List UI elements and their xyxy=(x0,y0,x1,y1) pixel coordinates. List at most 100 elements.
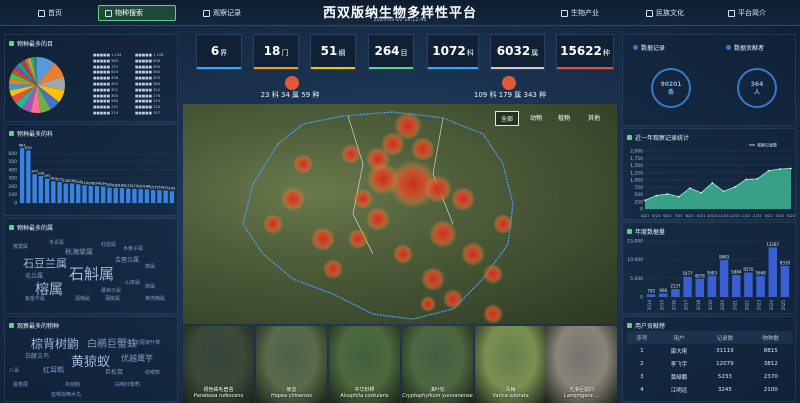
nav-species-label: 物种搜索 xyxy=(115,9,143,17)
x-tick-label: 2024 xyxy=(769,300,774,311)
y-tick-label: 0 xyxy=(14,201,17,207)
bar xyxy=(94,186,100,203)
x-tick-label: 2025 xyxy=(781,300,786,311)
heat-spot xyxy=(421,267,445,291)
map-tab-all[interactable]: 全部 xyxy=(495,111,520,126)
x-tick-label: 2023 xyxy=(757,300,762,311)
species-photo[interactable]: 坡垒 Hopea chinensis xyxy=(256,326,327,403)
nav-culture[interactable]: 民族文化 xyxy=(640,5,690,21)
cloud-word: 木姜子属 xyxy=(123,246,144,252)
data-label: 9883 xyxy=(719,255,730,260)
search-icon xyxy=(105,9,112,17)
cloud-word: 纹喉鹎 xyxy=(145,370,161,376)
table-row[interactable]: 3 黄绿鹏 5233 2370 xyxy=(627,370,793,383)
bar xyxy=(76,184,81,203)
legend-label: 观察记录数 xyxy=(757,142,777,148)
x-tick-label: 2017 xyxy=(684,300,689,311)
table-row[interactable]: 1 康大佬 31119 8815 xyxy=(627,344,793,357)
pie-legend-item: ■■■■■ 721 xyxy=(93,64,118,69)
map-overlay xyxy=(242,111,514,324)
pie-legend-item: ■■■■■ 690 xyxy=(135,64,160,69)
cell-records: 5233 xyxy=(717,373,732,380)
data-label: 750 xyxy=(647,289,655,294)
stat-unit: 门 xyxy=(281,49,289,57)
table-row[interactable]: 4 江明远 3245 2100 xyxy=(627,383,793,396)
top-nav: 首页 物种搜索 观察记录 生物产业 民族文化 平台简介 西双版纳生物多样性平台 … xyxy=(0,0,800,26)
species-photo[interactable]: 锈色蛛毛苣苔 Paraboea rufescens xyxy=(183,326,254,403)
pie-legend-item: ■■■■■ 322 xyxy=(135,87,160,92)
heat-spot xyxy=(348,229,368,249)
cell-rank: 4 xyxy=(640,386,644,393)
nav-industry[interactable]: 生物产业 xyxy=(555,5,605,21)
x-tick-label: 2/22 xyxy=(753,213,762,218)
x-tick-label: 2022 xyxy=(744,300,749,311)
bar xyxy=(731,275,741,297)
nav-records[interactable]: 观察记录 xyxy=(197,5,247,21)
home-icon xyxy=(38,9,45,17)
heat-map[interactable]: 全部 动物 植物 其他 xyxy=(183,104,617,324)
col-rank: 序号 xyxy=(627,331,657,344)
cell-name: 康大佬 xyxy=(670,348,688,355)
species-photo[interactable]: 中华桫椤 Alsophila costularis xyxy=(329,326,400,403)
species-photo[interactable]: 滇叶轮 Cryptophyllium yunnanense xyxy=(402,326,473,403)
map-tab-plants[interactable]: 植物 xyxy=(553,111,575,124)
table-row[interactable]: 2 李飞宇 12079 3812 xyxy=(627,357,793,370)
map-tab-other[interactable]: 其他 xyxy=(583,111,605,124)
records-panel: 数据记录 数据贡献者 90201 条 364 人 xyxy=(622,34,796,126)
nav-industry-label: 生物产业 xyxy=(571,9,599,17)
cell-name: 李飞宇 xyxy=(670,361,688,368)
y-tick-label: 600 xyxy=(8,151,17,157)
nav-about[interactable]: 平台简介 xyxy=(722,5,772,21)
x-tick-label: 1/22 xyxy=(742,213,751,218)
photo-name-latin: Cryptophyllium yunnanense xyxy=(402,393,473,399)
photo-caption: 中华桫椤 Alsophila costularis xyxy=(329,387,400,399)
pie-legend-item: ■■■■■ 276 xyxy=(135,93,160,98)
data-label: 5477 xyxy=(682,271,693,276)
species-photo[interactable]: 光滑巨鼠妇 Lamprigera ... xyxy=(546,326,617,403)
x-tick-label: 10/21 xyxy=(707,213,719,218)
heat-spot xyxy=(353,189,373,209)
cloud-word: 樟属 xyxy=(145,264,156,270)
heat-spot xyxy=(293,154,313,174)
pie-legend-item: ■■■■■ 300 xyxy=(93,93,118,98)
heat-spot xyxy=(451,187,475,211)
pie-legend-item: ■■■■■ 351 xyxy=(93,87,118,92)
data-label: 6570 xyxy=(743,267,754,272)
nav-home[interactable]: 首页 xyxy=(32,5,68,21)
x-tick-label: 11/21 xyxy=(718,213,730,218)
heat-spot xyxy=(461,242,485,266)
data-label: 966 xyxy=(659,288,667,293)
bar xyxy=(768,247,778,297)
genus-word-cloud: 石豆兰属 石斛属 榕属 秋海棠属 毛兰属 舌唇兰属 冬青属 木姜子属 杜鹃属 樟属 菝葜属 山茶属 悬钩… xyxy=(5,233,179,313)
stat-number: 15622 xyxy=(560,44,602,58)
cell-rank: 2 xyxy=(640,360,644,367)
kingdom-right-stat: 109 科 179 属 343 种 xyxy=(473,91,547,99)
table-header-row: 序号 用户 记录数 物种数 xyxy=(627,331,793,344)
bar xyxy=(63,183,68,203)
records-title: 数据记录 xyxy=(633,43,665,52)
map-tab-animals[interactable]: 动物 xyxy=(525,111,547,124)
y-tick-label: 0 xyxy=(640,295,643,301)
stat-value: 15622种 xyxy=(557,44,613,58)
genus-cloud-title: 物种最多的属 xyxy=(9,223,53,232)
nav-species-search[interactable]: 物种搜索 xyxy=(98,5,176,21)
data-point xyxy=(722,190,725,193)
x-tick-label: 2018 xyxy=(696,300,701,311)
yearly-area-chart: 02505007501,0001,2501,5001,7502,0004/21 5… xyxy=(630,142,796,219)
stat-card: 51纲 xyxy=(310,34,356,70)
stat-unit: 种 xyxy=(602,49,610,57)
photo-caption: 光滑巨鼠妇 Lamprigera ... xyxy=(546,387,617,399)
bar xyxy=(163,190,168,203)
stat-card: 264目 xyxy=(368,34,414,70)
data-point xyxy=(644,199,646,202)
stat-value: 264目 xyxy=(369,44,413,58)
species-photo[interactable]: 青梅 Vatica odorata xyxy=(475,326,546,403)
x-tick-label: 2020 xyxy=(720,300,725,311)
y-tick-label: 200 xyxy=(8,184,17,190)
data-point xyxy=(655,194,658,197)
cloud-word: 蒲桃属 xyxy=(105,296,121,302)
x-tick-label: 5/22 xyxy=(787,213,796,218)
photo-name-latin: Lamprigera ... xyxy=(563,393,600,399)
data-label: 5683 xyxy=(707,270,718,275)
cloud-word: 灰树鹊 xyxy=(65,382,81,388)
